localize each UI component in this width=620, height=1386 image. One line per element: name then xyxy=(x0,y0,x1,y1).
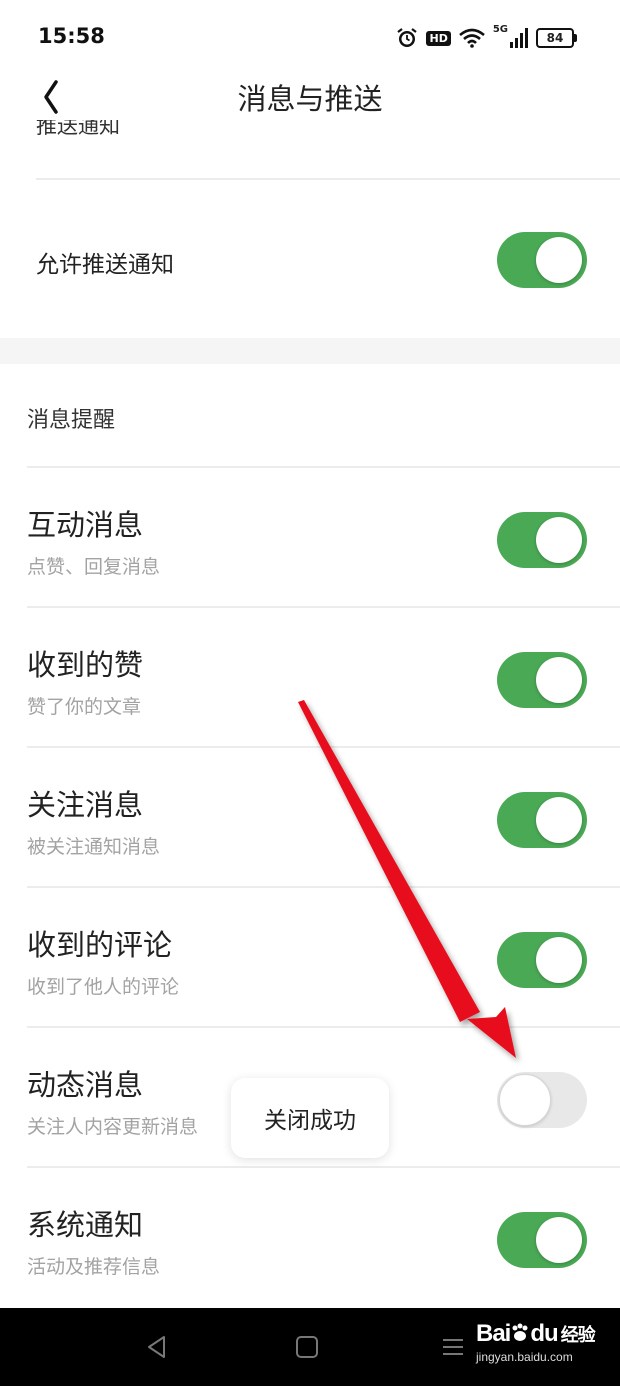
interaction-toggle[interactable] xyxy=(497,512,587,568)
watermark-url: jingyan.baidu.com xyxy=(476,1350,573,1364)
toast-message: 关闭成功 xyxy=(231,1078,389,1158)
nav-back-icon[interactable] xyxy=(144,1334,170,1360)
toggle-knob xyxy=(536,657,582,703)
row-title: 互动消息 xyxy=(27,508,144,542)
setting-row-interaction[interactable]: 互动消息 点赞、回复消息 xyxy=(0,468,620,608)
row-title: 关注消息 xyxy=(27,788,144,822)
reminders-section-title: 消息提醒 xyxy=(27,408,116,433)
comments-toggle[interactable] xyxy=(497,932,587,988)
status-bar: 15:58 HD 5G 84 xyxy=(0,0,620,70)
page-title: 消息与推送 xyxy=(237,82,383,116)
toggle-knob xyxy=(536,517,582,563)
row-subtitle: 活动及推荐信息 xyxy=(27,1256,161,1278)
follow-toggle[interactable] xyxy=(497,792,587,848)
toggle-knob xyxy=(499,1074,551,1126)
setting-row-system[interactable]: 系统通知 活动及推荐信息 xyxy=(0,1168,620,1308)
setting-row-comments[interactable]: 收到的评论 收到了他人的评论 xyxy=(0,888,620,1028)
allow-push-toggle[interactable] xyxy=(497,232,587,288)
battery-indicator: 84 xyxy=(536,28,577,48)
toggle-knob xyxy=(536,237,582,283)
system-toggle[interactable] xyxy=(497,1212,587,1268)
row-subtitle: 关注人内容更新消息 xyxy=(27,1116,199,1138)
allow-push-label: 允许推送通知 xyxy=(36,252,174,278)
likes-toggle[interactable] xyxy=(497,652,587,708)
toggle-knob xyxy=(536,1217,582,1263)
header: 消息与推送 xyxy=(0,70,620,120)
nav-home-icon[interactable] xyxy=(294,1334,320,1360)
toggle-knob xyxy=(536,797,582,843)
nav-menu-icon[interactable] xyxy=(440,1334,466,1360)
feed-updates-toggle[interactable] xyxy=(497,1072,587,1128)
status-icons: HD 5G 84 xyxy=(396,24,577,52)
divider xyxy=(36,178,620,180)
row-subtitle: 被关注通知消息 xyxy=(27,836,161,858)
row-subtitle: 赞了你的文章 xyxy=(27,696,142,718)
row-title: 收到的评论 xyxy=(27,928,173,962)
alarm-icon xyxy=(397,28,418,47)
setting-row-likes[interactable]: 收到的赞 赞了你的文章 xyxy=(0,608,620,748)
row-subtitle: 点赞、回复消息 xyxy=(27,556,161,578)
network-label: 5G xyxy=(492,24,508,35)
toggle-knob xyxy=(536,937,582,983)
watermark-logo: Bai du 经验 xyxy=(476,1320,596,1348)
watermark-logo-suffix: du xyxy=(530,1320,558,1347)
push-section: 推送通知 允许推送通知 xyxy=(0,120,620,338)
section-gap xyxy=(0,338,620,364)
paw-icon xyxy=(512,1323,528,1341)
status-time: 15:58 xyxy=(38,24,105,48)
baidu-jingyan-watermark: Bai du 经验 jingyan.baidu.com xyxy=(476,1320,596,1364)
row-title: 系统通知 xyxy=(27,1208,144,1242)
signal-icon xyxy=(510,28,528,48)
push-section-label: 推送通知 xyxy=(36,120,120,138)
system-nav-bar: Bai du 经验 jingyan.baidu.com xyxy=(0,1308,620,1386)
hd-badge: HD xyxy=(426,30,451,46)
setting-row-follow[interactable]: 关注消息 被关注通知消息 xyxy=(0,748,620,888)
row-title: 收到的赞 xyxy=(27,648,144,682)
wifi-icon xyxy=(458,28,485,48)
row-subtitle: 收到了他人的评论 xyxy=(27,976,180,998)
row-title: 动态消息 xyxy=(27,1068,144,1102)
watermark-logo-cn: 经验 xyxy=(560,1325,596,1345)
watermark-logo-text: Bai xyxy=(476,1320,511,1347)
